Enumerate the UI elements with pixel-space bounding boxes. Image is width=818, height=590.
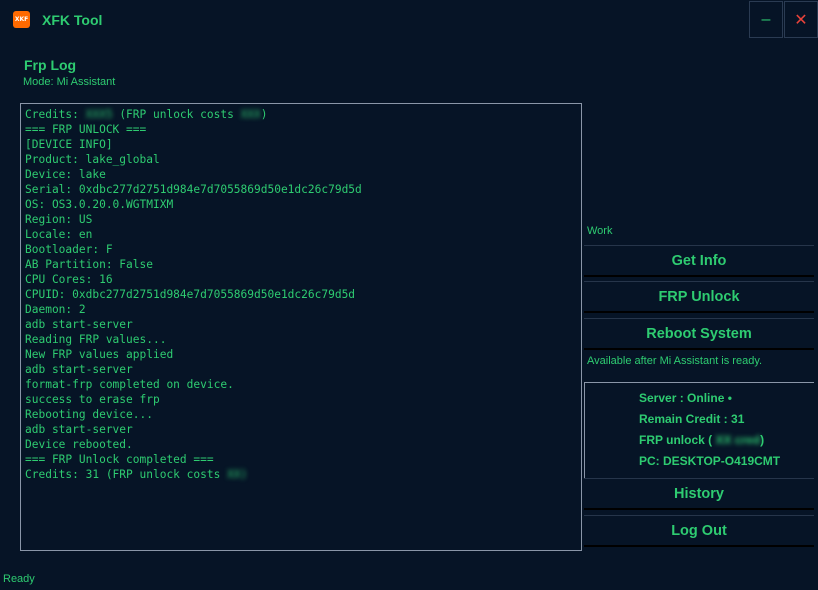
log-line: Serial: 0xdbc277d2751d984e7d7055869d50e1… — [25, 182, 577, 197]
log-text: Credits: — [25, 108, 86, 121]
log-line: Credits: 31 (FRP unlock costs XX) — [25, 467, 577, 482]
minimize-button[interactable]: – — [749, 1, 783, 38]
frp-unlock-button[interactable]: FRP Unlock — [584, 281, 814, 313]
history-button[interactable]: History — [584, 478, 814, 510]
log-line: [DEVICE INFO] — [25, 137, 577, 152]
minimize-icon: – — [761, 10, 771, 28]
log-text: Rebooting device... — [25, 408, 153, 421]
log-text: === FRP Unlock completed === — [25, 453, 214, 466]
log-line: Locale: en — [25, 227, 577, 242]
log-text: Device: lake — [25, 168, 106, 181]
reboot-system-button[interactable]: Reboot System — [584, 318, 814, 350]
log-line: OS: OS3.0.20.0.WGTMIXM — [25, 197, 577, 212]
availability-note: Available after Mi Assistant is ready. — [587, 355, 763, 367]
log-text: format-frp completed on device. — [25, 378, 234, 391]
log-text: Region: US — [25, 213, 93, 226]
log-line: Region: US — [25, 212, 577, 227]
log-text: AB Partition: False — [25, 258, 153, 271]
log-redacted-value: XXX — [240, 108, 261, 121]
status-panel: Server : Online • Remain Credit : 31 FRP… — [584, 382, 814, 478]
log-line: === FRP UNLOCK === — [25, 122, 577, 137]
log-text: adb start-server — [25, 318, 133, 331]
mode-label: Mode: Mi Assistant — [23, 76, 116, 88]
log-redacted-value: XXX5 — [85, 108, 113, 121]
remain-credit: Remain Credit : 31 — [639, 412, 745, 426]
log-redacted-value: XX) — [227, 468, 248, 481]
log-text: Reading FRP values... — [25, 333, 167, 346]
log-text: adb start-server — [25, 363, 133, 376]
app-title: XFK Tool — [42, 12, 103, 28]
work-section-label: Work — [587, 225, 613, 237]
log-line: Bootloader: F — [25, 242, 577, 257]
log-line: format-frp completed on device. — [25, 377, 577, 392]
log-output[interactable]: Credits: XXX5 (FRP unlock costs XXX) === … — [20, 103, 582, 551]
log-line: === FRP Unlock completed === — [25, 452, 577, 467]
log-line: adb start-server — [25, 317, 577, 332]
frp-unlock-cost-value: XX cred — [715, 433, 761, 447]
close-icon: ✕ — [794, 11, 808, 29]
log-text: success to erase frp — [25, 393, 160, 406]
log-text: Device rebooted. — [25, 438, 133, 451]
log-line: Reading FRP values... — [25, 332, 577, 347]
log-text: === FRP UNLOCK === — [25, 123, 147, 136]
log-text: ) — [260, 108, 268, 121]
frp-unlock-cost-prefix: FRP unlock ( — [639, 433, 716, 447]
log-text: Product: lake_global — [25, 153, 160, 166]
server-status: Server : Online • — [639, 391, 732, 405]
log-line: adb start-server — [25, 422, 577, 437]
frp-unlock-cost-suffix: ) — [760, 433, 765, 447]
log-text: Bootloader: F — [25, 243, 113, 256]
log-line: CPUID: 0xdbc277d2751d984e7d7055869d50e1d… — [25, 287, 577, 302]
log-line: New FRP values applied — [25, 347, 577, 362]
close-button[interactable]: ✕ — [784, 1, 818, 38]
frp-unlock-cost: FRP unlock ( XX cred) — [639, 433, 764, 447]
app-logo: XKF — [13, 11, 30, 28]
log-text: adb start-server — [25, 423, 133, 436]
log-text: New FRP values applied — [25, 348, 174, 361]
log-line: Rebooting device... — [25, 407, 577, 422]
log-line: Daemon: 2 — [25, 302, 577, 317]
get-info-button[interactable]: Get Info — [584, 245, 814, 277]
log-text: CPU Cores: 16 — [25, 273, 113, 286]
log-line: Credits: XXX5 (FRP unlock costs XXX) — [25, 107, 577, 122]
log-text: [DEVICE INFO] — [25, 138, 113, 151]
log-text: OS: OS3.0.20.0.WGTMIXM — [25, 198, 174, 211]
log-text: Locale: en — [25, 228, 93, 241]
log-line: Device rebooted. — [25, 437, 577, 452]
log-line: adb start-server — [25, 362, 577, 377]
log-text: Daemon: 2 — [25, 303, 86, 316]
log-text: (FRP unlock costs — [112, 108, 241, 121]
log-text: CPUID: 0xdbc277d2751d984e7d7055869d50e1d… — [25, 288, 356, 301]
log-line: AB Partition: False — [25, 257, 577, 272]
log-line: success to erase frp — [25, 392, 577, 407]
log-line: CPU Cores: 16 — [25, 272, 577, 287]
log-line: Device: lake — [25, 167, 577, 182]
log-out-button[interactable]: Log Out — [584, 515, 814, 547]
log-text: Serial: 0xdbc277d2751d984e7d7055869d50e1… — [25, 183, 362, 196]
pc-name: PC: DESKTOP-O419CMT — [639, 454, 781, 468]
status-bar: Ready — [3, 573, 35, 585]
log-title: Frp Log — [24, 57, 77, 73]
log-text: Credits: 31 (FRP unlock costs — [25, 468, 228, 481]
log-line: Product: lake_global — [25, 152, 577, 167]
